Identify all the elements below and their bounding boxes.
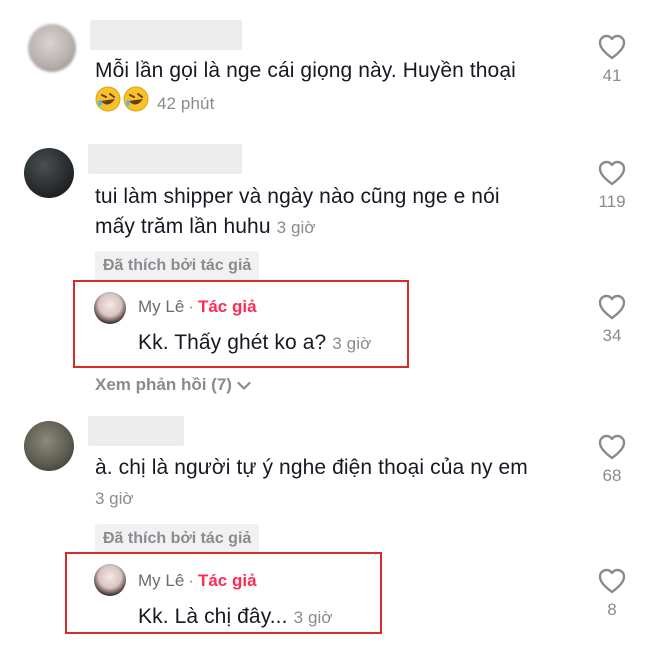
comment-time: 3 giờ: [95, 489, 134, 508]
commenter-name-redacted[interactable]: [88, 144, 242, 174]
reply-time: 3 giờ: [332, 334, 372, 353]
like-count: 8: [607, 600, 617, 619]
author-badge: Tác giả: [197, 571, 257, 590]
like-button[interactable]: 119: [582, 160, 642, 212]
rofl-icon: [95, 86, 121, 124]
reply-author-line: My Lê · Tác giả: [138, 571, 257, 591]
reply-time: 3 giờ: [293, 608, 333, 627]
reply-text-line: Kk. Thấy ghét ko a? 3 giờ: [138, 326, 371, 361]
commenter-avatar[interactable]: [28, 24, 76, 72]
commenter-name-redacted[interactable]: [88, 416, 184, 446]
comment-text-line1: tui làm shipper và ngày nào cũng nge e n…: [95, 185, 500, 208]
separator: ·: [188, 297, 194, 316]
reply-author-name[interactable]: My Lê: [138, 297, 184, 316]
reply-text-line: Kk. Là chị đây... 3 giờ: [138, 600, 333, 635]
reply-avatar[interactable]: [94, 564, 126, 596]
comment-time: 3 giờ: [276, 218, 316, 237]
comment-time: 42 phút: [157, 94, 215, 114]
author-badge: Tác giả: [197, 297, 257, 316]
like-count: 68: [602, 466, 622, 485]
commenter-name-redacted[interactable]: [90, 20, 242, 50]
reply-like-button[interactable]: 34: [582, 294, 642, 346]
chevron-down-icon[interactable]: [237, 381, 251, 391]
like-button[interactable]: 41: [582, 34, 642, 86]
liked-by-author-badge: Đã thích bởi tác giả: [95, 524, 260, 554]
heart-outline-icon[interactable]: [598, 294, 626, 320]
reply-author-name[interactable]: My Lê: [138, 571, 184, 590]
liked-by-author-badge: Đã thích bởi tác giả: [95, 251, 260, 281]
reply-avatar[interactable]: [94, 292, 126, 324]
comment-text-line2: mấy trăm lần huhu 3 giờ: [95, 210, 316, 245]
comment-text: Mỗi lần gọi là nge cái giọng này. Huyền …: [95, 59, 516, 82]
like-count: 34: [602, 326, 622, 345]
comment-text: mấy trăm lần huhu: [95, 215, 271, 238]
comment-text: à. chị là người tự ý nghe điện thoại của…: [95, 456, 528, 479]
like-button[interactable]: 68: [582, 434, 642, 486]
heart-outline-icon[interactable]: [598, 568, 626, 594]
reply-text: Kk. Là chị đây...: [138, 605, 288, 628]
commenter-avatar[interactable]: [24, 421, 74, 471]
rofl-icon: [123, 86, 149, 124]
reply-text: Kk. Thấy ghét ko a?: [138, 331, 327, 354]
reply-like-button[interactable]: 8: [582, 568, 642, 620]
view-replies-label[interactable]: Xem phản hồi (7): [95, 375, 232, 394]
heart-outline-icon[interactable]: [598, 34, 626, 60]
view-replies-link[interactable]: Xem phản hồi (7): [95, 375, 251, 395]
heart-outline-icon[interactable]: [598, 434, 626, 460]
like-count: 119: [598, 192, 626, 211]
separator: ·: [188, 571, 194, 590]
commenter-avatar[interactable]: [24, 148, 74, 198]
comment-meta: 42 phút: [95, 86, 214, 124]
like-count: 41: [602, 66, 622, 85]
heart-outline-icon[interactable]: [598, 160, 626, 186]
reply-author-line: My Lê · Tác giả: [138, 297, 257, 317]
